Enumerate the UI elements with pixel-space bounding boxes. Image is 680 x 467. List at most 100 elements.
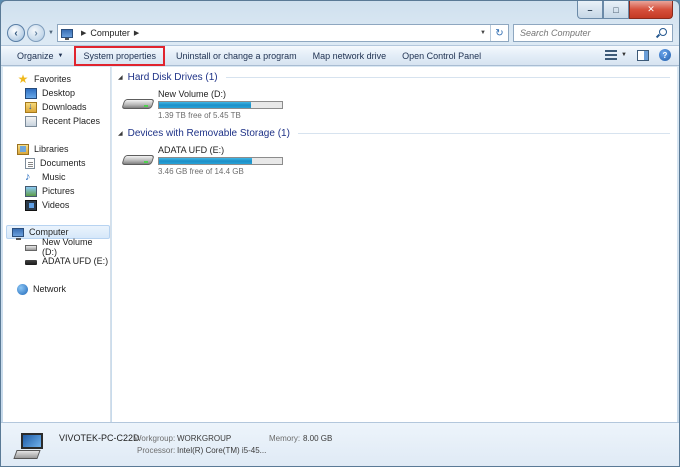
refresh-icon[interactable]: ↻: [490, 25, 508, 41]
command-bar: Organize ▼ System properties Uninstall o…: [1, 45, 679, 66]
recent-pages-dropdown-icon[interactable]: ▼: [48, 30, 54, 36]
computer-icon: [60, 28, 73, 40]
recent-places-icon: [25, 115, 37, 127]
view-icon[interactable]: [605, 50, 618, 60]
hdd-group-header[interactable]: ◢ Hard Disk Drives (1): [118, 72, 670, 83]
explorer-window: – □ ✕ ‹ › ▼ ▶ Computer ▶ ▼ ↻ Organize ▼ …: [0, 0, 680, 467]
nav-adata-label: ADATA UFD (E:): [42, 256, 109, 266]
uninstall-program-button[interactable]: Uninstall or change a program: [168, 47, 305, 65]
map-network-drive-button[interactable]: Map network drive: [305, 47, 395, 65]
nav-recent-places[interactable]: Recent Places: [25, 114, 100, 128]
collapse-icon[interactable]: ◢: [118, 130, 123, 137]
nav-pictures-label: Pictures: [42, 186, 75, 196]
address-history-dropdown-icon[interactable]: ▼: [476, 25, 490, 41]
chevron-down-icon: ▼: [57, 52, 64, 59]
drive-icon: [25, 245, 37, 251]
nav-computer-label: Computer: [29, 227, 69, 237]
search-input[interactable]: [520, 28, 650, 38]
nav-videos[interactable]: Videos: [25, 198, 69, 212]
capacity-bar-fill: [159, 102, 251, 108]
network-icon: [17, 283, 28, 295]
address-row: ‹ › ▼ ▶ Computer ▶ ▼ ↻: [7, 23, 673, 43]
content-pane: ◢ Hard Disk Drives (1) New Volume (D:) 1…: [112, 67, 677, 422]
documents-icon: [25, 157, 35, 169]
videos-icon: [25, 199, 37, 211]
drive-free-space: 1.39 TB free of 5.45 TB: [158, 111, 241, 120]
computer-icon: [13, 430, 47, 462]
view-controls: ▼ ?: [605, 49, 671, 61]
nav-pictures[interactable]: Pictures: [25, 184, 75, 198]
search-box[interactable]: [513, 24, 673, 42]
crumb-separator-icon[interactable]: ▶: [134, 29, 139, 37]
nav-music[interactable]: ♪ Music: [25, 170, 66, 184]
breadcrumb-computer[interactable]: Computer: [90, 28, 130, 38]
drive-info: New Volume (D:) 1.39 TB free of 5.45 TB: [158, 89, 283, 120]
desktop-icon: [25, 87, 37, 99]
organize-label: Organize: [17, 50, 54, 61]
nav-downloads-label: Downloads: [42, 102, 87, 112]
drive-item[interactable]: ADATA UFD (E:) 3.46 GB free of 14.4 GB: [121, 145, 322, 176]
downloads-icon: [25, 101, 37, 113]
libraries-icon: [17, 143, 29, 155]
view-dropdown-icon[interactable]: ▼: [621, 52, 627, 58]
nav-documents-label: Documents: [40, 158, 86, 168]
drive-name: ADATA UFD (E:): [158, 145, 225, 155]
workgroup-value: WORKGROUP: [177, 434, 232, 443]
organize-menu[interactable]: Organize ▼: [9, 47, 71, 65]
music-icon: ♪: [25, 170, 31, 183]
caption-buttons: – □ ✕: [577, 1, 673, 19]
nav-favorites-label: Favorites: [34, 74, 72, 84]
computer-icon: [12, 227, 24, 240]
crumb-separator-icon[interactable]: ▶: [81, 29, 86, 37]
nav-recent-places-label: Recent Places: [42, 116, 101, 126]
collapse-icon[interactable]: ◢: [118, 74, 123, 81]
nav-libraries-label: Libraries: [34, 144, 69, 154]
drive-item[interactable]: New Volume (D:) 1.39 TB free of 5.45 TB: [121, 89, 322, 120]
capacity-bar: [158, 157, 283, 165]
back-icon[interactable]: ‹: [7, 24, 25, 42]
group-divider: [297, 133, 670, 134]
star-icon: ★: [17, 71, 29, 86]
open-control-panel-button[interactable]: Open Control Panel: [394, 47, 489, 65]
nav-music-label: Music: [42, 172, 66, 182]
nav-documents[interactable]: Documents: [25, 156, 86, 170]
nav-network[interactable]: Network: [17, 282, 66, 296]
maximize-button[interactable]: □: [603, 1, 629, 19]
removable-group-header[interactable]: ◢ Devices with Removable Storage (1): [118, 128, 670, 139]
pictures-icon: [25, 185, 37, 197]
capacity-bar: [158, 101, 283, 109]
nav-downloads[interactable]: Downloads: [25, 100, 87, 114]
system-properties-button[interactable]: System properties: [74, 45, 166, 66]
drive-free-space: 3.46 GB free of 14.4 GB: [158, 167, 244, 176]
navigation-pane: ★ Favorites Desktop Downloads Recent Pla…: [3, 67, 111, 422]
usb-drive-icon: [25, 260, 37, 265]
drive-icon: [121, 89, 155, 117]
nav-libraries[interactable]: Libraries: [17, 142, 69, 156]
processor-value: Intel(R) Core(TM) i5-45...: [177, 446, 267, 455]
nav-videos-label: Videos: [42, 200, 70, 210]
group-divider: [225, 77, 670, 78]
forward-icon[interactable]: ›: [27, 24, 45, 42]
computer-name: VIVOTEK-PC-C22D: [59, 433, 140, 443]
close-button[interactable]: ✕: [629, 1, 673, 19]
search-icon[interactable]: [659, 28, 667, 36]
address-bar[interactable]: ▶ Computer ▶ ▼ ↻: [56, 24, 509, 42]
usb-drive-icon: [121, 145, 155, 173]
workgroup-label: Workgroup:: [134, 434, 176, 443]
preview-pane-icon[interactable]: [637, 49, 649, 61]
minimize-button[interactable]: –: [577, 1, 603, 19]
nav-adata[interactable]: ADATA UFD (E:): [25, 254, 108, 268]
nav-network-label: Network: [33, 284, 67, 294]
help-icon[interactable]: ?: [659, 49, 671, 61]
capacity-bar-fill: [159, 158, 253, 164]
drive-name: New Volume (D:): [158, 89, 227, 99]
memory-value: 8.00 GB: [303, 434, 333, 443]
nav-desktop-label: Desktop: [42, 88, 76, 98]
processor-label: Processor:: [137, 446, 176, 455]
removable-group-title: Devices with Removable Storage (1): [127, 128, 290, 139]
drive-info: ADATA UFD (E:) 3.46 GB free of 14.4 GB: [158, 145, 283, 176]
hdd-group-title: Hard Disk Drives (1): [127, 72, 218, 83]
nav-desktop[interactable]: Desktop: [25, 86, 75, 100]
nav-favorites[interactable]: ★ Favorites: [17, 72, 71, 86]
nav-new-volume[interactable]: New Volume (D:): [25, 237, 110, 257]
